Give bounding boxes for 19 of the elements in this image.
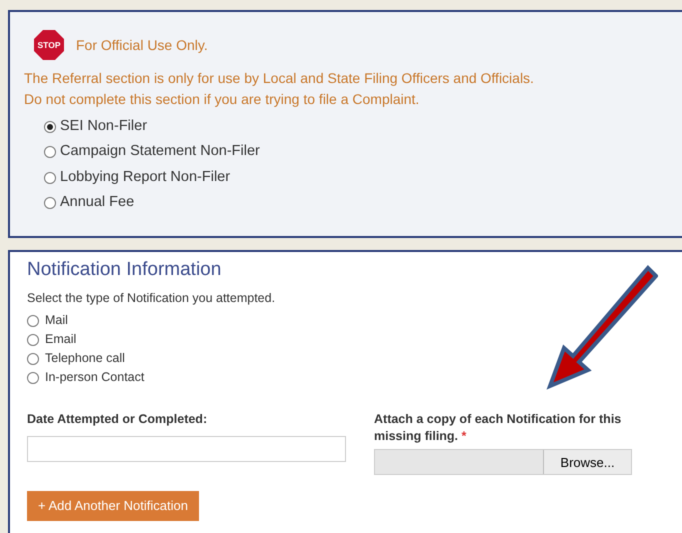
notice-text: The Referral section is only for use by Local and State Filing Officers and Officials. [24, 69, 535, 88]
option-label[interactable]: Lobbying Report Non-Filer [60, 166, 230, 189]
option-label[interactable]: Telephone call [45, 349, 125, 368]
notice-text: Do not complete this section if you are trying to file a Complaint. [24, 90, 420, 109]
required-mark: * [462, 429, 466, 444]
option-label[interactable]: Email [45, 330, 76, 350]
option-label[interactable]: Mail [45, 311, 68, 330]
field-label: Date Attempted or Completed: [27, 411, 208, 428]
option-label[interactable]: In-person Contact [45, 368, 144, 388]
field-label: Attach a copy of each Notification for this missing filing. * [374, 411, 622, 446]
browse-button[interactable]: Browse... [543, 450, 631, 474]
notice-title: For Official Use Only. [76, 36, 208, 55]
stop-sign: STOP [34, 30, 64, 60]
option-label[interactable]: SEI Non-Filer [60, 116, 148, 138]
prompt-text: Select the type of Notification you attempted. [27, 290, 276, 307]
file-field[interactable]: Browse... [374, 449, 632, 476]
option-label[interactable]: Campaign Statement Non-Filer [60, 141, 260, 164]
section-title: Notification Information [27, 258, 222, 282]
option-label[interactable]: Annual Fee [60, 192, 134, 214]
